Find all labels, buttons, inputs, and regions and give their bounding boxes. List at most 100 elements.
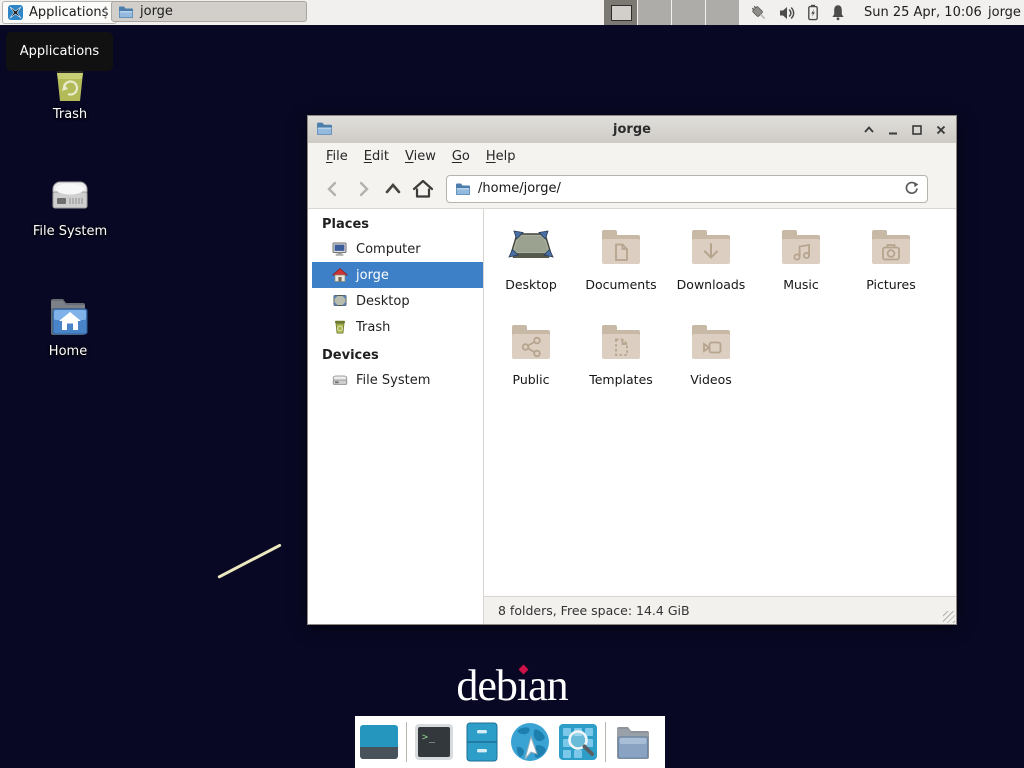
- user-name: jorge: [988, 5, 1021, 20]
- directory-folder-icon: [613, 723, 653, 761]
- music-folder-icon: [777, 223, 825, 271]
- titlebar[interactable]: jorge: [308, 116, 956, 144]
- sidebar-item-file-system[interactable]: File System: [308, 367, 483, 393]
- workspace-window-preview: [611, 5, 632, 21]
- public-folder-icon: [507, 318, 555, 366]
- folder-label: Desktop: [505, 277, 557, 292]
- folder-item-pictures[interactable]: Pictures: [846, 223, 936, 318]
- user-menu[interactable]: jorge: [988, 0, 1021, 25]
- desktop-icon-home[interactable]: Home: [20, 292, 116, 359]
- sidebar-item-label: File System: [356, 373, 430, 388]
- path-input[interactable]: /home/jorge/: [478, 181, 897, 196]
- minimize-button[interactable]: [886, 123, 900, 137]
- dock-show-desktop-button[interactable]: [355, 723, 403, 761]
- workspace-2[interactable]: [638, 0, 672, 25]
- dock-separator: [406, 722, 407, 762]
- home-icon: [332, 267, 348, 283]
- forward-button[interactable]: [348, 174, 378, 204]
- xfce-logo-icon: [7, 4, 24, 21]
- panel-handle[interactable]: [103, 4, 108, 21]
- maximize-button[interactable]: [910, 123, 924, 137]
- home-folder-icon: [44, 292, 92, 340]
- dock-web-browser-button[interactable]: [506, 721, 554, 763]
- system-tray: [750, 0, 846, 25]
- sidebar-item-label: Desktop: [356, 294, 410, 309]
- videos-folder-icon: [687, 318, 735, 366]
- folder-item-documents[interactable]: Documents: [576, 223, 666, 318]
- folder-label: Documents: [585, 277, 656, 292]
- paint-stroke-artifact: [217, 543, 281, 578]
- sidebar-item-trash[interactable]: Trash: [308, 314, 483, 340]
- window-title: jorge: [308, 122, 956, 137]
- resize-grip[interactable]: [943, 611, 955, 623]
- templates-folder-icon: [597, 318, 645, 366]
- dock-separator: [605, 722, 606, 762]
- sidebar-item-label: Computer: [356, 242, 421, 257]
- network-icon[interactable]: [750, 4, 769, 22]
- folder-label: Templates: [589, 372, 653, 387]
- close-button[interactable]: [934, 123, 948, 137]
- folder-grid: Desktop Documents: [486, 223, 946, 413]
- dock-app-finder-button[interactable]: [554, 723, 602, 761]
- pathbar[interactable]: /home/jorge/: [446, 175, 928, 203]
- app-finder-icon: [558, 723, 598, 761]
- sidebar-item-label: Trash: [356, 320, 390, 335]
- folder-label: Downloads: [677, 277, 746, 292]
- menu-edit[interactable]: Edit: [356, 146, 397, 167]
- menubar: File Edit View Go Help: [308, 143, 956, 169]
- desktop-icon-filesystem[interactable]: File System: [22, 172, 118, 239]
- folder-item-public[interactable]: Public: [486, 318, 576, 413]
- sidebar-item-jorge[interactable]: jorge: [312, 262, 483, 288]
- statusbar-text: 8 folders, Free space: 14.4 GiB: [498, 603, 690, 618]
- sidebar-item-label: jorge: [356, 268, 389, 283]
- sidebar-item-computer[interactable]: Computer: [308, 236, 483, 262]
- battery-icon[interactable]: [806, 4, 820, 21]
- statusbar: 8 folders, Free space: 14.4 GiB: [484, 596, 956, 624]
- folder-label: Videos: [690, 372, 732, 387]
- sidebar-item-desktop[interactable]: Desktop: [308, 288, 483, 314]
- hard-drive-icon: [332, 372, 348, 388]
- sidebar: Places Computer: [308, 209, 484, 624]
- hard-drive-icon: [46, 172, 94, 220]
- reload-icon[interactable]: [904, 181, 919, 196]
- menu-view[interactable]: View: [397, 146, 444, 167]
- volume-icon[interactable]: [779, 5, 796, 21]
- folder-view[interactable]: Desktop Documents: [484, 209, 956, 596]
- folder-item-templates[interactable]: Templates: [576, 318, 666, 413]
- menu-help[interactable]: Help: [478, 146, 524, 167]
- folder-item-downloads[interactable]: Downloads: [666, 223, 756, 318]
- shade-button[interactable]: [862, 123, 876, 137]
- up-button[interactable]: [378, 174, 408, 204]
- desktop-icon-label: Trash: [22, 107, 118, 122]
- folder-icon: [118, 5, 134, 19]
- terminal-icon: > _: [414, 723, 454, 761]
- dock-terminal-button[interactable]: > _: [410, 723, 458, 761]
- desktop-icon-label: File System: [22, 224, 118, 239]
- clock[interactable]: Sun 25 Apr, 10:06: [864, 0, 982, 25]
- menu-go[interactable]: Go: [444, 146, 478, 167]
- sidebar-devices-header: Devices: [308, 340, 483, 367]
- folder-label: Pictures: [866, 277, 916, 292]
- web-browser-globe-icon: [509, 721, 551, 763]
- desktop: Applications jorge: [0, 0, 1024, 768]
- folder-item-desktop[interactable]: Desktop: [486, 223, 576, 318]
- dock-directory-menu-button[interactable]: [609, 723, 657, 761]
- folder-item-music[interactable]: Music: [756, 223, 846, 318]
- taskbar-window-label: jorge: [140, 4, 173, 19]
- workspace-4[interactable]: [706, 0, 740, 25]
- window-controls: [862, 116, 948, 143]
- back-button[interactable]: [318, 174, 348, 204]
- applications-menu-button[interactable]: Applications: [2, 1, 117, 24]
- downloads-folder-icon: [687, 223, 735, 271]
- pictures-folder-icon: [867, 223, 915, 271]
- home-button[interactable]: [408, 174, 438, 204]
- folder-item-videos[interactable]: Videos: [666, 318, 756, 413]
- dock-file-manager-button[interactable]: [458, 722, 506, 762]
- workspace-switcher[interactable]: [604, 0, 740, 25]
- workspace-3[interactable]: [672, 0, 706, 25]
- workspace-1[interactable]: [604, 0, 638, 25]
- taskbar-window-button[interactable]: jorge: [111, 1, 307, 22]
- notifications-bell-icon[interactable]: [830, 4, 846, 21]
- menu-file[interactable]: File: [318, 146, 356, 167]
- dock: > _: [355, 716, 665, 768]
